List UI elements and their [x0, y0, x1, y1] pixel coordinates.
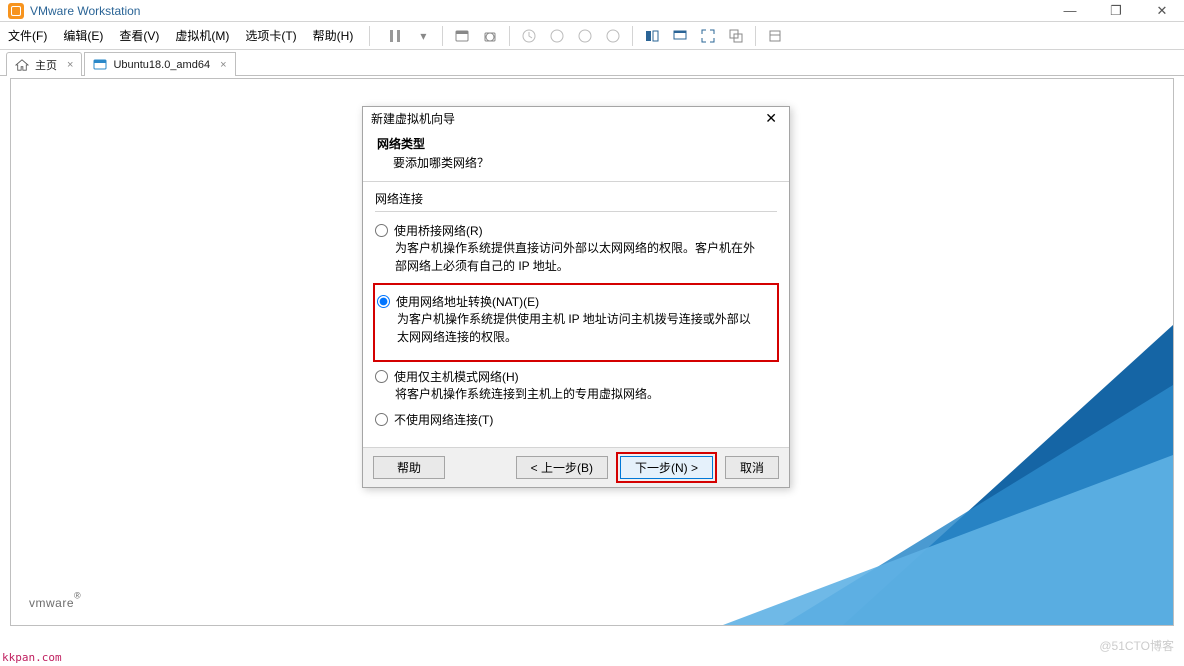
- radio-hostonly-label: 使用仅主机模式网络(H): [394, 368, 519, 385]
- watermark: @51CTO博客: [1099, 637, 1174, 654]
- cancel-button[interactable]: 取消: [725, 456, 779, 479]
- footer-url: kkpan.com: [2, 651, 62, 664]
- radio-bridged[interactable]: 使用桥接网络(R): [375, 222, 777, 239]
- separator: [509, 26, 510, 46]
- monitor-icon[interactable]: [671, 27, 689, 45]
- tab-ubuntu-label: Ubuntu18.0_amd64: [113, 59, 210, 71]
- radio-bridged-desc: 为客户机操作系统提供直接访问外部以太网网络的权限。客户机在外部网络上必须有自己的…: [375, 239, 755, 275]
- unity-icon[interactable]: [727, 27, 745, 45]
- radio-nat[interactable]: 使用网络地址转换(NAT)(E): [377, 293, 775, 310]
- back-button[interactable]: < 上一步(B): [516, 456, 608, 479]
- maximize-button[interactable]: ❐: [1102, 3, 1130, 19]
- radio-nat-desc: 为客户机操作系统提供使用主机 IP 地址访问主机拨号连接或外部以太网网络连接的权…: [377, 310, 757, 346]
- tab-ubuntu-close-icon[interactable]: ×: [220, 59, 226, 71]
- wizard-section-title: 网络类型: [377, 135, 775, 152]
- decorative-triangle: [723, 325, 1173, 625]
- radio-hostonly-input[interactable]: [375, 370, 388, 383]
- clock-icon[interactable]: [520, 27, 538, 45]
- tabs-bar: 主页 × Ubuntu18.0_amd64 ×: [0, 50, 1184, 76]
- radio-hostonly-desc: 将客户机操作系统连接到主机上的专用虚拟网络。: [375, 385, 755, 403]
- wizard-body: 网络连接 使用桥接网络(R) 为客户机操作系统提供直接访问外部以太网网络的权限。…: [363, 182, 789, 436]
- nat-highlight: 使用网络地址转换(NAT)(E) 为客户机操作系统提供使用主机 IP 地址访问主…: [373, 283, 779, 362]
- separator: [369, 26, 370, 46]
- app-logo-icon: [8, 3, 24, 19]
- next-button-highlight: 下一步(N) >: [616, 452, 717, 483]
- pause-icon[interactable]: [386, 27, 404, 45]
- snapshot-icon[interactable]: [481, 27, 499, 45]
- menu-bar: 文件(F) 编辑(E) 查看(V) 虚拟机(M) 选项卡(T) 帮助(H) ▾: [0, 22, 1184, 50]
- library-icon[interactable]: [766, 27, 784, 45]
- wizard-title: 新建虚拟机向导: [371, 110, 455, 127]
- tab-home-label: 主页: [35, 57, 57, 73]
- wizard-close-button[interactable]: ✕: [761, 110, 781, 127]
- wizard-header: 网络类型 要添加哪类网络？: [363, 129, 789, 182]
- fullscreen-icon[interactable]: [699, 27, 717, 45]
- radio-nat-label: 使用网络地址转换(NAT)(E): [396, 293, 539, 310]
- title-bar: VMware Workstation — ❐ ✕: [0, 0, 1184, 22]
- tab-home-close-icon[interactable]: ×: [67, 59, 73, 71]
- radio-bridged-input[interactable]: [375, 224, 388, 237]
- separator: [442, 26, 443, 46]
- splitview-icon[interactable]: [643, 27, 661, 45]
- tab-ubuntu[interactable]: Ubuntu18.0_amd64 ×: [84, 52, 235, 76]
- clock4-icon[interactable]: [604, 27, 622, 45]
- window-controls: — ❐ ✕: [1056, 3, 1176, 19]
- new-vm-wizard-dialog: 新建虚拟机向导 ✕ 网络类型 要添加哪类网络？ 网络连接 使用桥接网络(R) 为…: [362, 106, 790, 488]
- radio-none[interactable]: 不使用网络连接(T): [375, 411, 777, 428]
- wizard-title-bar: 新建虚拟机向导 ✕: [363, 107, 789, 129]
- wizard-footer: 帮助 < 上一步(B) 下一步(N) > 取消: [363, 447, 789, 487]
- wizard-section-subtitle: 要添加哪类网络？: [377, 154, 775, 171]
- group-label-network: 网络连接: [375, 190, 777, 207]
- next-button[interactable]: 下一步(N) >: [620, 456, 713, 479]
- separator: [632, 26, 633, 46]
- vmware-brand: vmware®: [29, 587, 81, 613]
- radio-nat-input[interactable]: [377, 295, 390, 308]
- minimize-button[interactable]: —: [1056, 3, 1084, 19]
- radio-bridged-label: 使用桥接网络(R): [394, 222, 483, 239]
- home-icon: [15, 59, 29, 71]
- tab-home[interactable]: 主页 ×: [6, 52, 82, 76]
- menu-edit[interactable]: 编辑(E): [63, 27, 103, 44]
- vm-icon: [93, 58, 107, 72]
- toolbar: ▾: [386, 26, 784, 46]
- dropdown-icon[interactable]: ▾: [414, 27, 432, 45]
- radio-none-label: 不使用网络连接(T): [394, 411, 493, 428]
- clock3-icon[interactable]: [576, 27, 594, 45]
- radio-none-input[interactable]: [375, 413, 388, 426]
- send-ctrl-alt-del-icon[interactable]: [453, 27, 471, 45]
- menu-help[interactable]: 帮助(H): [313, 27, 354, 44]
- close-button[interactable]: ✕: [1148, 3, 1176, 19]
- app-title: VMware Workstation: [30, 4, 140, 18]
- clock2-icon[interactable]: [548, 27, 566, 45]
- menu-vm[interactable]: 虚拟机(M): [175, 27, 229, 44]
- network-options-group: 使用桥接网络(R) 为客户机操作系统提供直接访问外部以太网网络的权限。客户机在外…: [375, 211, 777, 428]
- help-button[interactable]: 帮助: [373, 456, 445, 479]
- menu-view[interactable]: 查看(V): [119, 27, 159, 44]
- radio-hostonly[interactable]: 使用仅主机模式网络(H): [375, 368, 777, 385]
- separator: [755, 26, 756, 46]
- menu-tabs[interactable]: 选项卡(T): [245, 27, 296, 44]
- menu-file[interactable]: 文件(F): [8, 27, 47, 44]
